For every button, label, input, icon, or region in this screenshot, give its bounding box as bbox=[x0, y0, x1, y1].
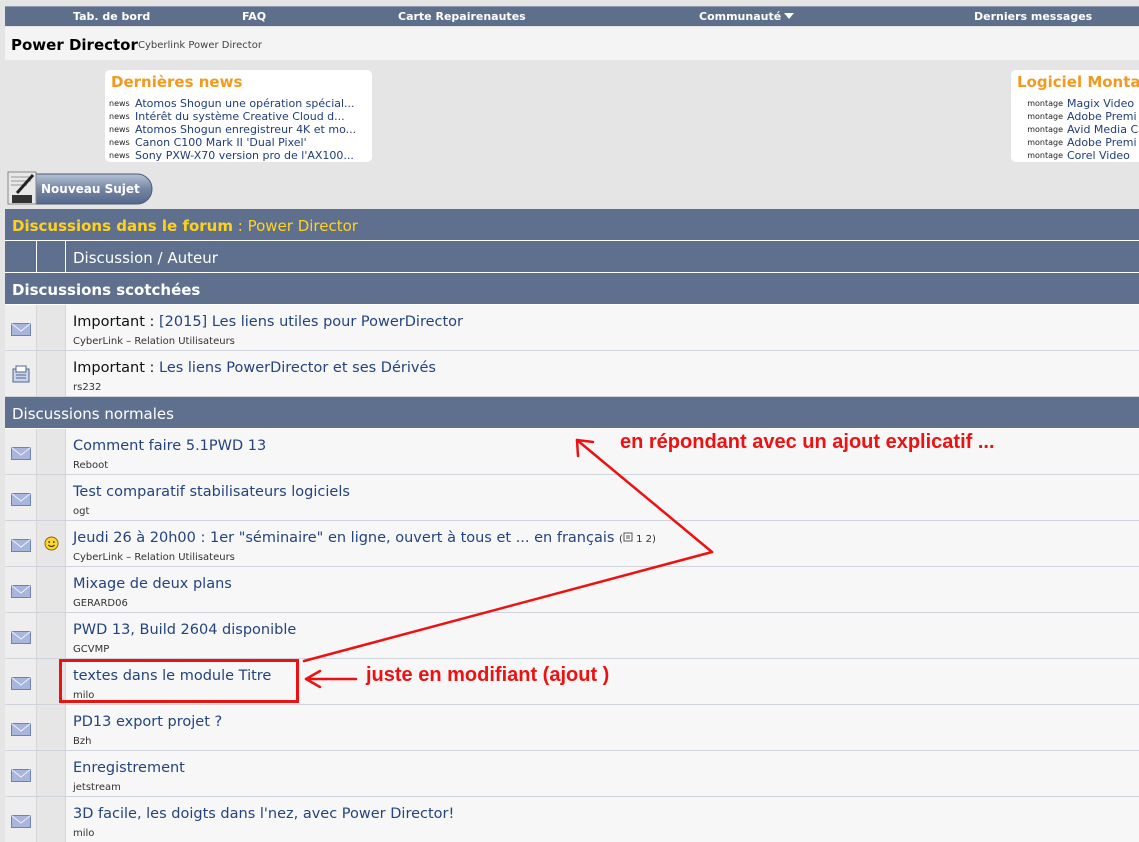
annotation-arrows bbox=[302, 438, 714, 689]
annotation-top: en répondant avec un ajout explicatif ..… bbox=[620, 431, 995, 453]
annotation-bottom: juste en modifiant (ajout ) bbox=[366, 664, 610, 686]
